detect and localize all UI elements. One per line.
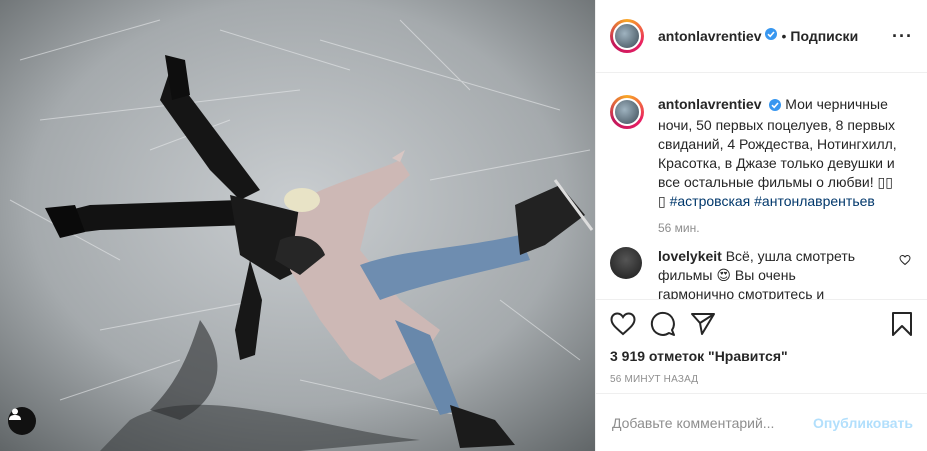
caption: antonlavrentiev Мои черничные ночи, 50 п… [610, 95, 911, 211]
post-actions: 3 919 отметок "Нравится" 56 МИНУТ НАЗАД [596, 299, 927, 391]
caption-text-block: antonlavrentiev Мои черничные ночи, 50 п… [658, 95, 898, 211]
post-side-panel: antonlavrentiev • Подписки ··· antonlavr… [595, 0, 927, 451]
speech-bubble-icon[interactable] [650, 311, 676, 342]
more-options-icon[interactable]: ··· [892, 26, 913, 47]
hashtag-link[interactable]: #антонлаврентьев [754, 193, 875, 209]
verified-badge-icon [765, 27, 778, 45]
paper-plane-icon[interactable] [690, 312, 716, 341]
tag-people-button[interactable] [8, 407, 36, 435]
heart-icon[interactable] [610, 311, 636, 341]
like-comment-icon[interactable] [899, 253, 911, 299]
post-photo[interactable] [0, 0, 595, 451]
author-username[interactable]: antonlavrentiev [658, 28, 761, 44]
comment-input[interactable] [610, 413, 814, 432]
publish-button[interactable]: Опубликовать [813, 415, 913, 431]
photo-image [0, 0, 595, 451]
post-header: antonlavrentiev • Подписки ··· [596, 0, 927, 73]
add-comment-bar: Опубликовать [596, 393, 927, 451]
verified-badge-icon [769, 97, 782, 116]
post-timestamp: 56 МИНУТ НАЗАД [610, 374, 699, 385]
caption-time: 56 мин. [658, 221, 700, 235]
instagram-post: antonlavrentiev • Подписки ··· antonlavr… [0, 0, 927, 451]
author-avatar[interactable] [610, 19, 644, 53]
separator-dot: • [781, 28, 787, 44]
caption-avatar[interactable] [610, 95, 644, 129]
likes-count[interactable]: 3 919 отметок "Нравится" [610, 348, 913, 364]
comment-text-block: lovelykeit Всё, ушла смотреть фильмы 😍 В… [658, 247, 868, 299]
commenter-username[interactable]: lovelykeit [658, 248, 722, 264]
hashtag-link[interactable]: #астровская [670, 193, 751, 209]
following-button[interactable]: Подписки [790, 28, 858, 44]
comment-item: lovelykeit Всё, ушла смотреть фильмы 😍 В… [610, 247, 911, 299]
bookmark-icon[interactable] [891, 311, 913, 342]
comments-section: antonlavrentiev Мои черничные ночи, 50 п… [596, 73, 927, 299]
commenter-avatar[interactable] [610, 247, 642, 279]
caption-username[interactable]: antonlavrentiev [658, 96, 761, 112]
action-icons-row [610, 311, 913, 342]
